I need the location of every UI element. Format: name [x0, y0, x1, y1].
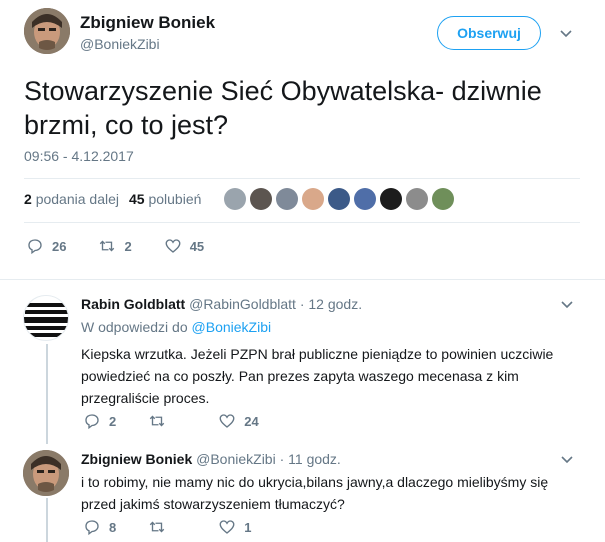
liker-avatar[interactable] [432, 188, 454, 210]
liker-avatar[interactable] [328, 188, 350, 210]
liker-avatar[interactable] [276, 188, 298, 210]
liker-avatar[interactable] [302, 188, 324, 210]
likes-stat[interactable]: 45 polubień [129, 191, 201, 207]
chevron-down-icon[interactable] [560, 298, 574, 312]
divider [24, 178, 580, 179]
reply-author-name[interactable]: Zbigniew Boniek [81, 451, 192, 467]
divider [24, 222, 580, 223]
chevron-down-icon[interactable] [559, 27, 573, 41]
liker-avatars [224, 188, 454, 210]
reply-to-prefix: W odpowiedzi do [81, 319, 188, 335]
tweet-stats: 2 podania dalej 45 polubień [24, 191, 201, 207]
tweet-text: Stowarzyszenie Sieć Obywatelska- dziwnie… [24, 76, 542, 140]
reply-count: 26 [52, 238, 67, 254]
reply-icon [85, 414, 99, 430]
liker-avatar[interactable] [406, 188, 428, 210]
heart-icon [219, 414, 235, 428]
like-button[interactable]: 1 [218, 518, 251, 536]
retweet-count: 2 [124, 238, 132, 254]
retweets-stat[interactable]: 2 podania dalej [24, 191, 119, 207]
liker-avatar[interactable] [224, 188, 246, 210]
retweet-icon [150, 521, 165, 533]
heart-icon [219, 520, 235, 534]
like-button[interactable]: 45 [164, 237, 204, 255]
likes-count: 45 [128, 191, 145, 207]
retweets-label: podania dalej [35, 191, 119, 207]
reply-time[interactable]: · 12 godz. [300, 296, 362, 312]
tweet-timestamp[interactable]: 09:56 - 4.12.2017 [24, 148, 134, 164]
heart-icon [165, 239, 181, 253]
reply-header: Rabin Goldblatt @RabinGoldblatt · 12 god… [81, 296, 362, 312]
retweet-button[interactable]: 2 [98, 237, 132, 255]
reply-button[interactable]: 2 [83, 412, 116, 430]
reply-button[interactable]: 8 [83, 518, 116, 536]
retweet-icon [100, 240, 115, 252]
retweet-button[interactable] [148, 412, 174, 430]
reply-count: 8 [109, 519, 117, 535]
reply-icon [85, 520, 99, 536]
reply-button[interactable]: 26 [26, 237, 66, 255]
liker-avatar[interactable] [354, 188, 376, 210]
retweets-count: 2 [24, 191, 32, 207]
like-button[interactable]: 24 [218, 412, 259, 430]
reply-time[interactable]: · 11 godz. [280, 451, 341, 467]
reply-actions: 8 1 [83, 518, 285, 536]
reply-count: 2 [109, 413, 117, 429]
liker-avatar[interactable] [250, 188, 272, 210]
retweet-icon [150, 415, 165, 427]
author-avatar[interactable] [24, 8, 70, 54]
author-handle[interactable]: @BoniekZibi [80, 36, 160, 52]
like-count: 45 [189, 238, 205, 254]
tweet-actions: 26 2 45 [26, 237, 238, 255]
divider [0, 279, 605, 280]
retweet-button[interactable] [148, 518, 174, 536]
likes-label: polubień [148, 191, 202, 207]
liker-avatar[interactable] [380, 188, 402, 210]
reply-avatar[interactable] [23, 295, 69, 341]
reply-author-handle[interactable]: @BoniekZibi [196, 451, 276, 467]
tweet-page: Zbigniew Boniek @BoniekZibi Obserwuj Sto… [0, 0, 605, 542]
reply-header: Zbigniew Boniek @BoniekZibi · 11 godz. [81, 451, 341, 467]
thread-line [46, 498, 48, 542]
reply-to-line: W odpowiedzi do @BoniekZibi [81, 319, 271, 335]
like-count: 24 [244, 413, 259, 429]
reply-text: Kiepska wrzutka. Jeżeli PZPN brał public… [81, 346, 554, 406]
reply-icon [28, 239, 42, 255]
like-count: 1 [244, 519, 252, 535]
reply-to-handle[interactable]: @BoniekZibi [192, 319, 272, 335]
reply-avatar[interactable] [23, 450, 69, 496]
author-name[interactable]: Zbigniew Boniek [80, 13, 215, 33]
reply-author-name[interactable]: Rabin Goldblatt [81, 296, 185, 312]
reply-author-handle[interactable]: @RabinGoldblatt [189, 296, 296, 312]
reply-actions: 2 24 [83, 412, 293, 430]
reply-text: i to robimy, nie mamy nic do ukrycia,bil… [81, 474, 549, 512]
follow-button[interactable]: Obserwuj [437, 16, 541, 50]
thread-line [46, 344, 48, 444]
chevron-down-icon[interactable] [560, 453, 574, 467]
